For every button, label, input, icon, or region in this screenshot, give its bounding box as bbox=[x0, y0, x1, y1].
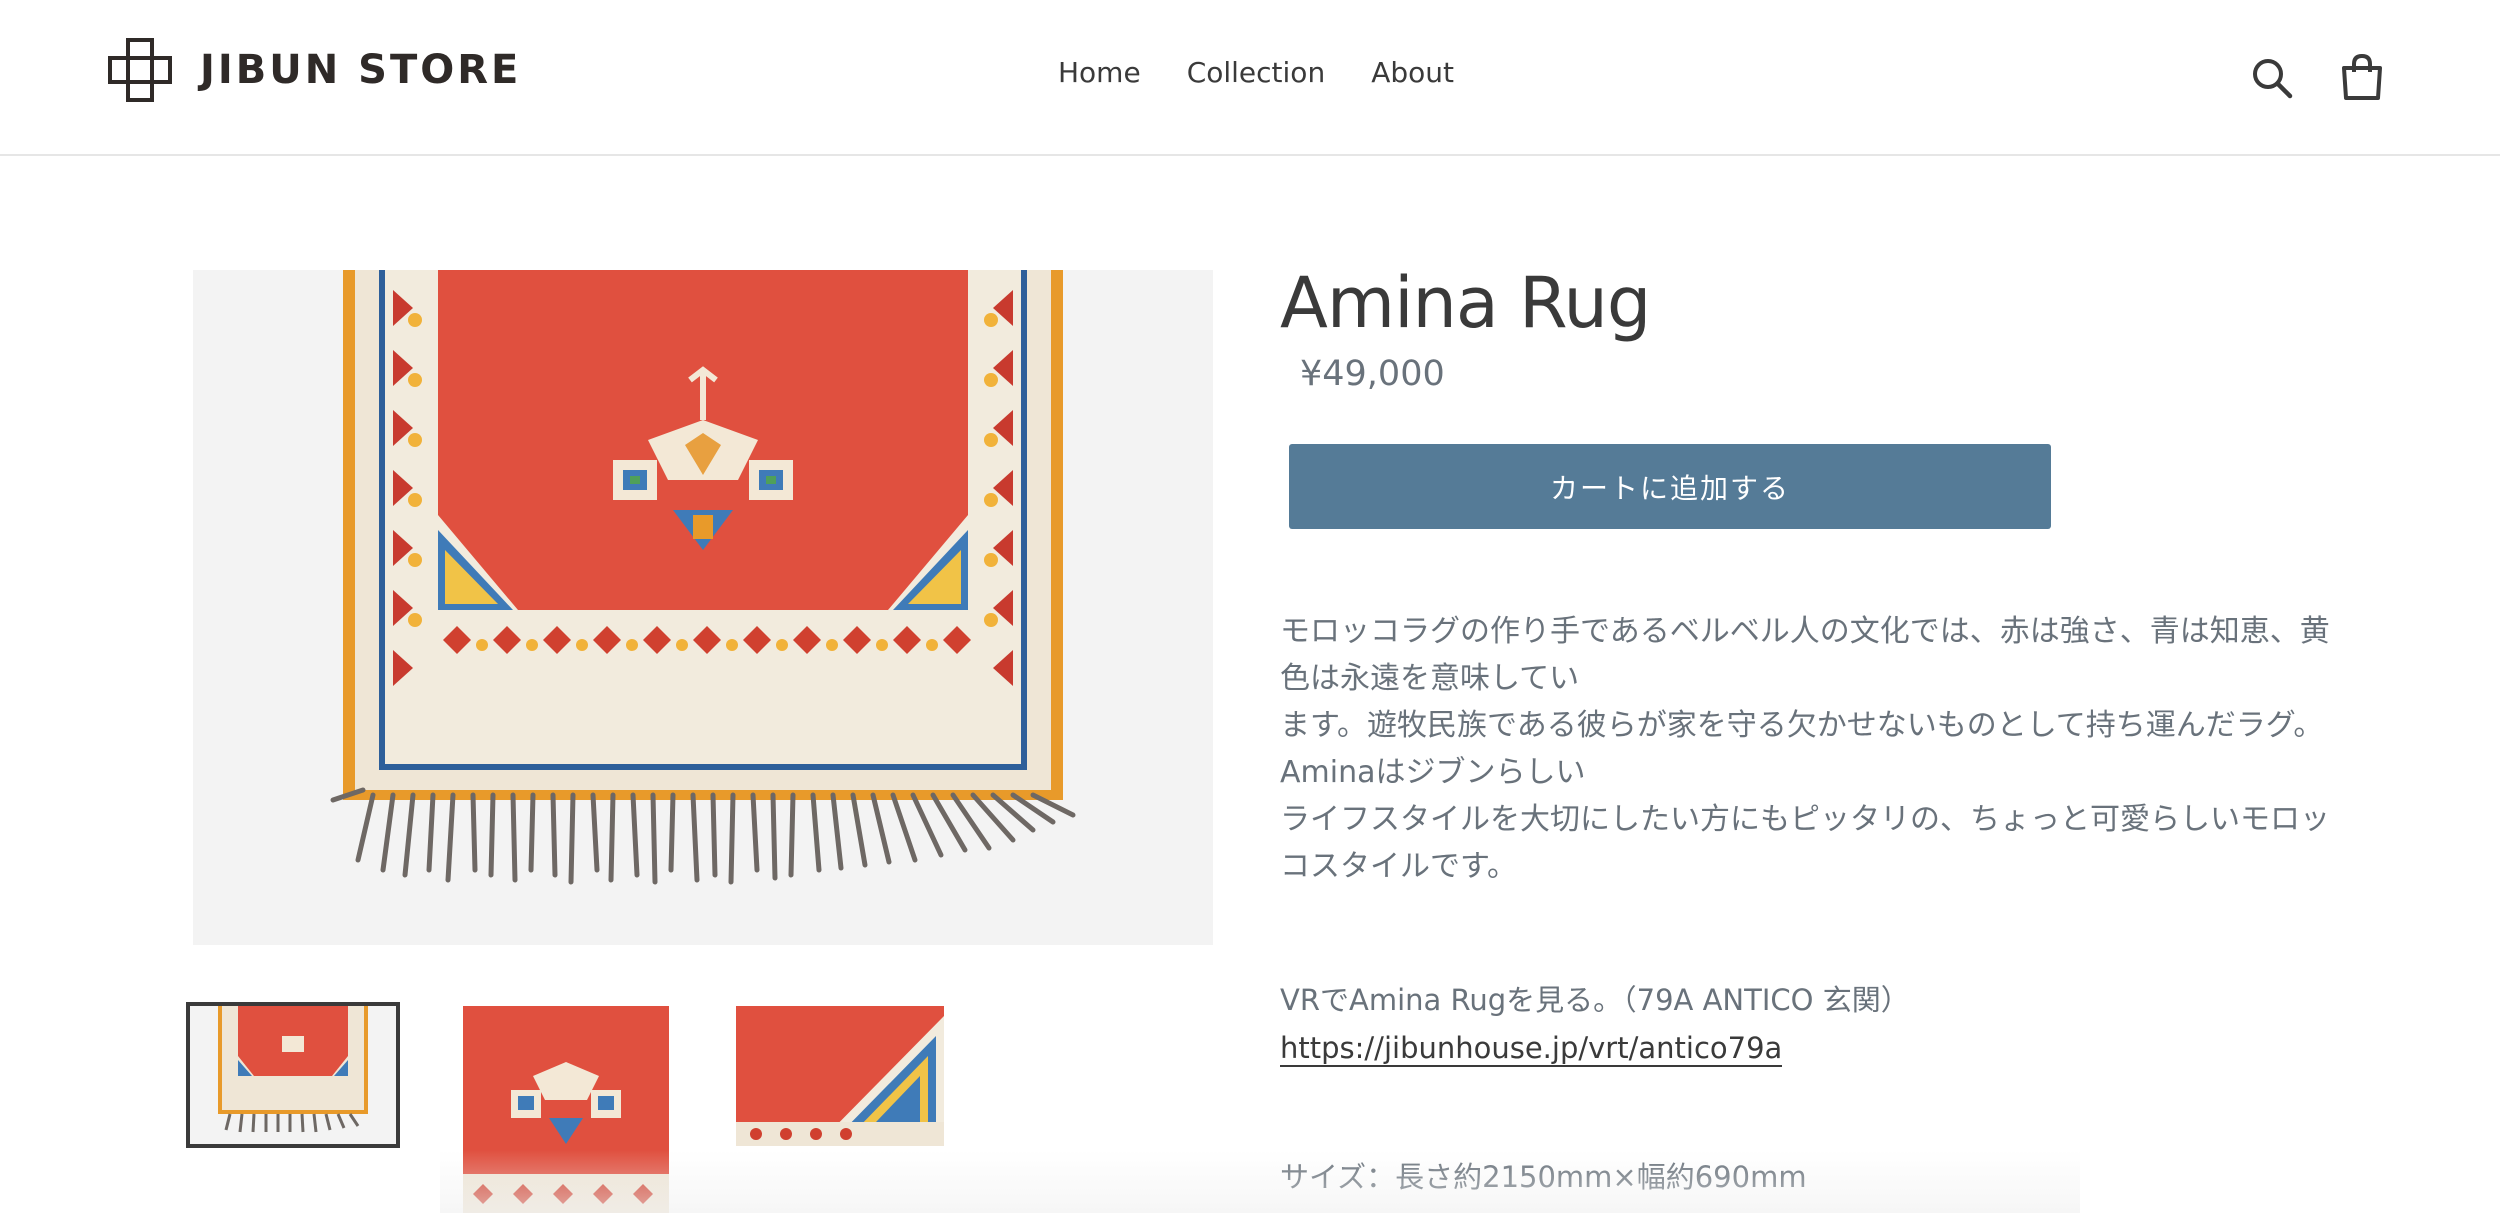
bottom-fade-overlay bbox=[440, 1150, 2080, 1213]
nav-collection[interactable]: Collection bbox=[1187, 56, 1326, 89]
product-price: ¥49,000 bbox=[1300, 354, 1445, 394]
vr-link[interactable]: https://jibunhouse.jp/vrt/antico79a bbox=[1280, 1031, 1783, 1067]
search-icon bbox=[2253, 59, 2293, 99]
product-main-image[interactable] bbox=[193, 270, 1213, 945]
product-title: Amina Rug bbox=[1280, 262, 1651, 344]
rug-thumbnail-full bbox=[190, 1006, 396, 1144]
store-name: JIBUN STORE bbox=[200, 47, 522, 93]
main-nav: Home Collection About bbox=[1058, 56, 1454, 89]
vr-section: VRでAmina Rugを見る。（79A ANTICO 玄関） https://… bbox=[1280, 976, 1910, 1072]
description-paragraph-2: ます。遊牧民族である彼らが家を守る欠かせないものとして持ち運んだラグ。Amina… bbox=[1280, 708, 2324, 790]
store-logo[interactable]: JIBUN STORE bbox=[106, 36, 521, 104]
site-header: JIBUN STORE Home Collection About bbox=[0, 0, 2500, 156]
thumbnail-3[interactable] bbox=[736, 1006, 944, 1146]
size-info: サイズ：長さ約2150mm×幅約690mm bbox=[1280, 1160, 1807, 1194]
rug-image bbox=[330, 270, 1076, 885]
product-description: モロッコラグの作り手であるベルベル人の文化では、赤は強さ、青は知恵、黄色は永遠を… bbox=[1280, 608, 2330, 890]
thumbnail-1[interactable] bbox=[186, 1002, 400, 1148]
logo-cross-icon bbox=[108, 38, 172, 102]
description-paragraph-3: ライフスタイルを大切にしたい方にもピッタリの、ちょっと可愛らしいモロッコスタイル… bbox=[1280, 802, 2330, 884]
rug-thumbnail-corner bbox=[736, 1006, 944, 1146]
nav-home[interactable]: Home bbox=[1058, 56, 1141, 89]
add-to-cart-button[interactable]: カートに追加する bbox=[1289, 444, 2051, 529]
nav-about[interactable]: About bbox=[1371, 56, 1454, 89]
search-button[interactable] bbox=[2244, 50, 2300, 106]
thumbnail-2[interactable] bbox=[463, 1006, 669, 1213]
bag-icon bbox=[2342, 54, 2382, 100]
description-paragraph-1: モロッコラグの作り手であるベルベル人の文化では、赤は強さ、青は知恵、黄色は永遠を… bbox=[1280, 614, 2330, 696]
vr-text: VRでAmina Rugを見る。（79A ANTICO 玄関） bbox=[1280, 983, 1910, 1017]
cart-button[interactable] bbox=[2334, 50, 2390, 106]
rug-thumbnail-medallion bbox=[463, 1006, 669, 1213]
